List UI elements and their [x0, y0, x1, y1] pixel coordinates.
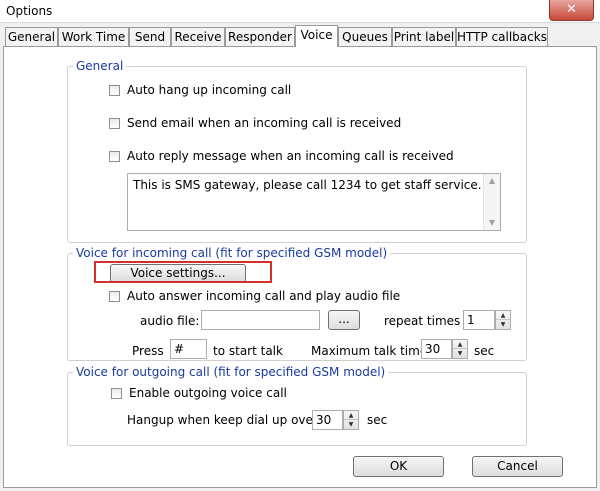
tab-queues[interactable]: Queues: [338, 27, 392, 46]
max-talk-time-input[interactable]: 30: [421, 339, 452, 359]
close-icon: ✕: [566, 2, 577, 17]
hangup-time-spinner[interactable]: ▲ ▼: [343, 410, 359, 430]
hangup-time-input[interactable]: 30: [312, 410, 343, 430]
reply-scrollbar[interactable]: ▲ ▼: [483, 174, 500, 230]
general-group-legend: General: [73, 59, 127, 73]
tab-send[interactable]: Send: [129, 27, 171, 46]
spin-up-icon[interactable]: ▲: [496, 311, 510, 320]
repeat-times-spinner[interactable]: ▲ ▼: [495, 310, 511, 330]
tab-http-callbacks[interactable]: HTTP callbacks: [456, 27, 548, 46]
send-email-checkbox[interactable]: [109, 118, 120, 129]
auto-hangup-checkbox[interactable]: [109, 85, 120, 96]
max-talk-time-spinner[interactable]: ▲ ▼: [452, 339, 468, 359]
auto-answer-checkbox[interactable]: [109, 291, 120, 302]
max-talk-time-sec-label: sec: [474, 344, 495, 358]
auto-answer-label: Auto answer incoming call and play audio…: [127, 289, 401, 303]
audio-file-label: audio file:: [140, 314, 200, 328]
scroll-up-arrow-icon[interactable]: ▲: [484, 176, 500, 185]
reply-message-textarea[interactable]: This is SMS gateway, please call 1234 to…: [127, 173, 501, 231]
auto-hangup-label: Auto hang up incoming call: [127, 83, 292, 97]
press-key-input[interactable]: #: [170, 339, 207, 359]
hangup-sec-label: sec: [367, 413, 388, 427]
tab-print-label[interactable]: Print label: [392, 27, 456, 46]
enable-outgoing-voice-checkbox[interactable]: [111, 388, 122, 399]
spin-down-icon[interactable]: ▼: [496, 320, 510, 329]
spin-up-icon[interactable]: ▲: [344, 411, 358, 420]
repeat-times-label: repeat times: [384, 314, 461, 328]
close-button[interactable]: ✕: [549, 0, 594, 21]
ok-button[interactable]: OK: [353, 456, 444, 477]
browse-audio-button[interactable]: ...: [328, 310, 360, 330]
max-talk-time-label: Maximum talk time: [311, 344, 428, 358]
spin-up-icon[interactable]: ▲: [453, 340, 467, 349]
cancel-button[interactable]: Cancel: [472, 456, 563, 477]
reply-message-text: This is SMS gateway, please call 1234 to…: [133, 178, 482, 192]
scroll-down-arrow-icon[interactable]: ▼: [484, 218, 500, 227]
auto-reply-label: Auto reply message when an incoming call…: [127, 149, 454, 163]
title-bar: Options ✕: [0, 0, 600, 23]
tab-general[interactable]: General: [5, 27, 58, 46]
tab-work-time[interactable]: Work Time: [58, 27, 129, 46]
spin-down-icon[interactable]: ▼: [344, 420, 358, 429]
spin-down-icon[interactable]: ▼: [453, 349, 467, 358]
repeat-times-input[interactable]: 1: [463, 310, 495, 330]
auto-reply-checkbox[interactable]: [109, 151, 120, 162]
press-label: Press: [132, 344, 164, 358]
send-email-label: Send email when an incoming call is rece…: [127, 116, 402, 130]
incoming-voice-group-legend: Voice for incoming call (fit for specifi…: [73, 246, 391, 260]
outgoing-voice-group: [67, 372, 527, 446]
tab-receive[interactable]: Receive: [171, 27, 225, 46]
audio-file-input[interactable]: [201, 310, 320, 330]
to-start-talk-label: to start talk: [213, 344, 283, 358]
window-title: Options: [6, 4, 53, 18]
tab-responder[interactable]: Responder: [225, 27, 295, 46]
hangup-label: Hangup when keep dial up over: [127, 413, 318, 427]
tab-voice[interactable]: Voice: [295, 25, 338, 47]
outgoing-voice-group-legend: Voice for outgoing call (fit for specifi…: [73, 365, 389, 379]
enable-outgoing-voice-label: Enable outgoing voice call: [129, 386, 287, 400]
highlight-box: [94, 261, 272, 283]
